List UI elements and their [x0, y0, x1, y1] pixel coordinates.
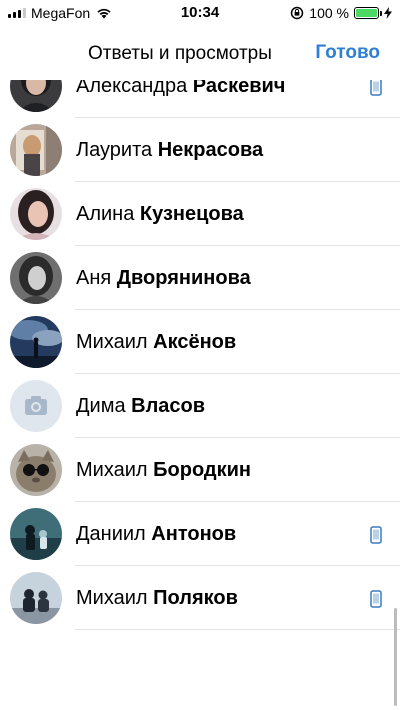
- charging-bolt-icon: [384, 7, 392, 19]
- person-name: Аня Дворянинова: [76, 267, 251, 289]
- mobile-icon: [370, 590, 382, 608]
- camera-icon: [10, 380, 62, 432]
- person-name: Даниил Антонов: [76, 523, 237, 545]
- avatar: [10, 444, 62, 496]
- list-item[interactable]: Александра Раскевич: [0, 80, 400, 118]
- list-item[interactable]: Михаил Поляков: [0, 566, 400, 630]
- list-item[interactable]: Михаил Аксёнов: [0, 310, 400, 374]
- avatar: [10, 252, 62, 304]
- list-item[interactable]: Дима Власов: [0, 374, 400, 438]
- avatar: [10, 124, 62, 176]
- avatar: [10, 508, 62, 560]
- list-item[interactable]: Аня Дворянинова: [0, 246, 400, 310]
- avatar: [10, 80, 62, 112]
- scroll-indicator[interactable]: [394, 608, 397, 706]
- list-item[interactable]: Михаил Бородкин: [0, 438, 400, 502]
- avatar: [10, 380, 62, 432]
- avatar: [10, 188, 62, 240]
- person-name: Александра Раскевич: [76, 80, 286, 97]
- rotation-lock-icon: [291, 6, 304, 20]
- battery-percent: 100 %: [309, 5, 349, 21]
- page-title: Ответы и просмотры: [88, 43, 272, 64]
- person-name: Лаурита Некрасова: [76, 139, 264, 161]
- avatar: [10, 316, 62, 368]
- status-bar: MegaFon 10:34 100 %: [0, 0, 400, 28]
- battery-icon: [354, 7, 382, 19]
- status-right: 100 %: [290, 5, 392, 21]
- person-name: Дима Власов: [76, 395, 206, 417]
- list-item[interactable]: Алина Кузнецова: [0, 182, 400, 246]
- mobile-icon: [370, 80, 382, 96]
- person-name: Михаил Аксёнов: [76, 331, 237, 353]
- list-item[interactable]: Лаурита Некрасова: [0, 118, 400, 182]
- mobile-icon: [370, 526, 382, 544]
- list-item[interactable]: Даниил Антонов: [0, 502, 400, 566]
- avatar: [10, 572, 62, 624]
- navigation-bar: Ответы и просмотры Готово: [0, 28, 400, 80]
- person-name: Михаил Бородкин: [76, 459, 251, 481]
- person-name: Михаил Поляков: [76, 587, 238, 609]
- viewers-list[interactable]: Александра Раскевич Лаурита Некрасова Ал…: [0, 80, 400, 710]
- done-button[interactable]: Готово: [315, 42, 380, 64]
- person-name: Алина Кузнецова: [76, 203, 244, 225]
